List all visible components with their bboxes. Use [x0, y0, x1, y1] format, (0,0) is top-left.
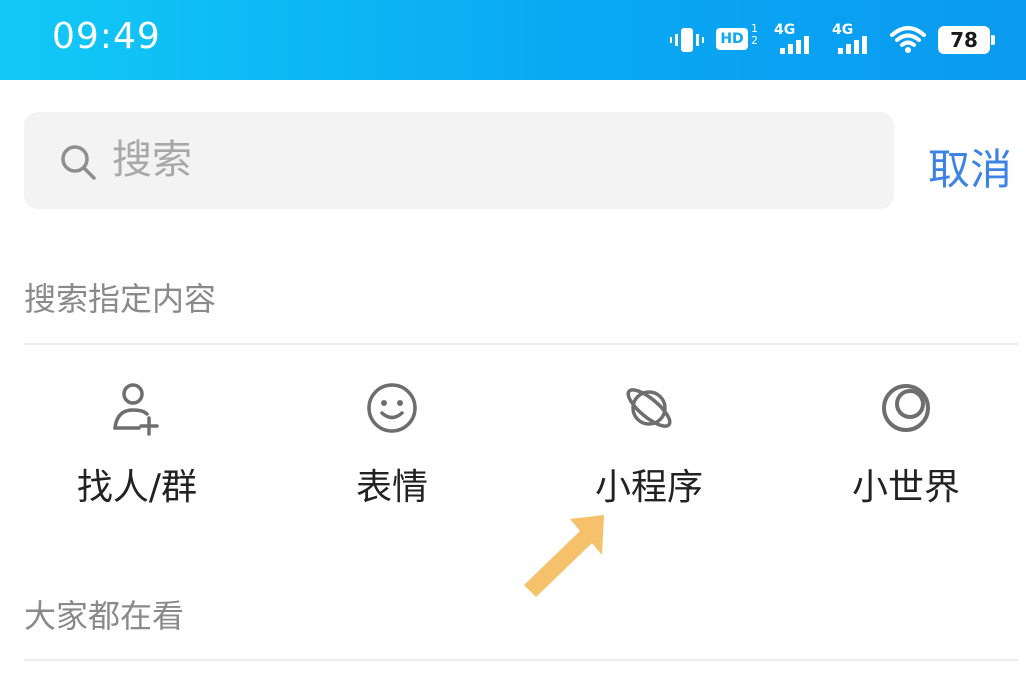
section-title-specified: 搜索指定内容	[24, 280, 217, 318]
clock: 09:49	[52, 16, 161, 57]
search-input[interactable]	[112, 130, 872, 190]
category-label: 表情	[355, 467, 428, 508]
status-icons: HD 12 4G 4G 78	[670, 22, 995, 58]
category-label: 小程序	[594, 467, 703, 508]
hd-label: HD	[716, 28, 748, 50]
battery-indicator: 78	[938, 26, 995, 54]
category-label: 小世界	[851, 467, 960, 508]
section-title-trending: 大家都在看	[24, 597, 185, 635]
add-person-icon	[113, 383, 159, 436]
search-category-list: 找人/群 表情 小程序 小世界	[0, 380, 1026, 510]
annotation-arrow-icon	[524, 515, 604, 597]
divider	[24, 343, 1018, 345]
mini-program-icon	[626, 388, 672, 428]
smiley-icon	[367, 383, 417, 433]
category-emoji[interactable]: 表情	[282, 380, 502, 510]
wifi-icon	[890, 26, 926, 53]
category-mini-program[interactable]: 小程序	[539, 380, 759, 510]
small-world-icon	[882, 384, 930, 432]
signal-4g-icon: 4G	[774, 22, 820, 56]
cancel-button[interactable]: 取消	[928, 136, 1012, 197]
category-small-world[interactable]: 小世界	[796, 380, 1016, 510]
search-icon	[61, 145, 96, 180]
signal-4g-icon: 4G	[832, 22, 878, 56]
status-bar: 09:49 HD 12 4G 4G 78	[0, 0, 1026, 80]
category-find-people[interactable]: 找人/群	[27, 380, 247, 510]
divider	[24, 659, 1018, 661]
category-label: 找人/群	[76, 467, 198, 508]
hd-icon: HD 12	[716, 23, 762, 55]
vibrate-icon	[670, 28, 704, 52]
search-bar[interactable]	[24, 112, 894, 209]
